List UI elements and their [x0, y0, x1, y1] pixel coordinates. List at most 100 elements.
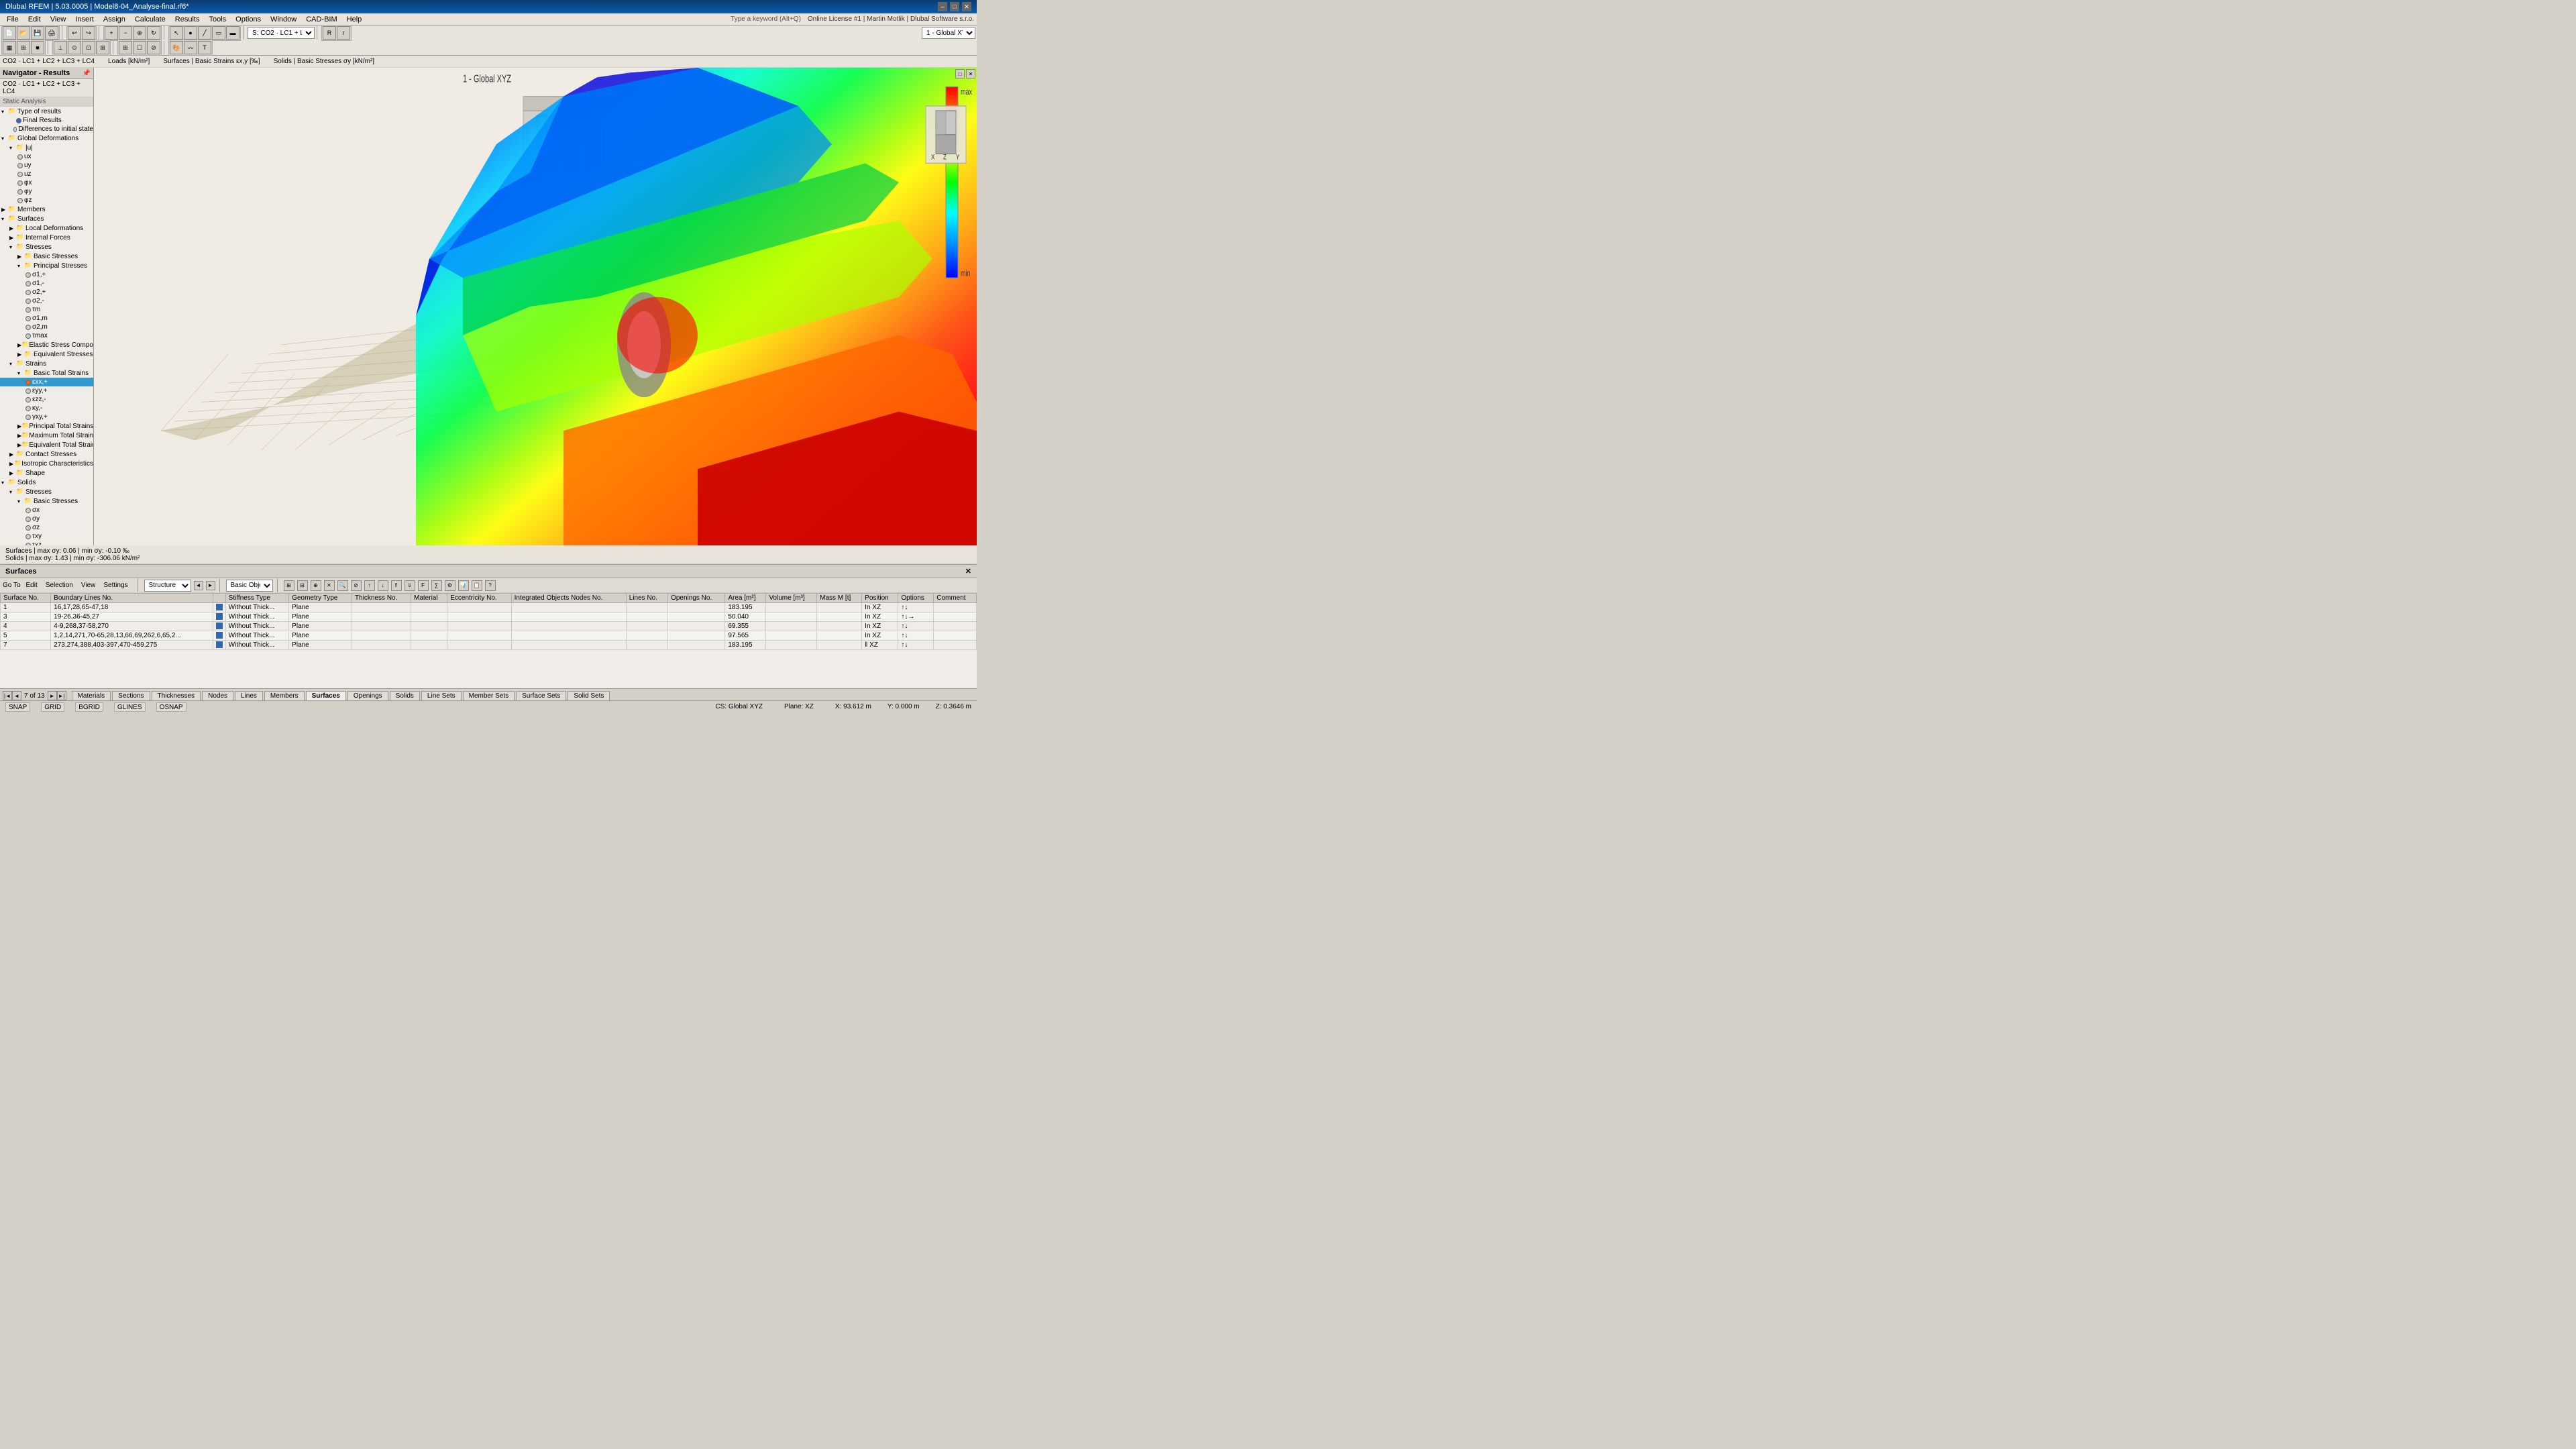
tree-s1m[interactable]: σ1,-	[0, 279, 93, 288]
col-material[interactable]: Material	[411, 594, 447, 603]
zoom-out-button[interactable]: −	[119, 26, 132, 40]
tree-basic-stresses[interactable]: ▶ 📁 Basic Stresses	[0, 252, 93, 261]
surface-button[interactable]: ▭	[212, 26, 225, 40]
tree-s1p[interactable]: σ1,+	[0, 270, 93, 279]
col-thickness[interactable]: Thickness No.	[352, 594, 411, 603]
col-int-lines[interactable]: Lines No.	[626, 594, 667, 603]
tree-stresses[interactable]: ▾ 📁 Stresses	[0, 242, 93, 252]
zoom-all-button[interactable]: ⊕	[133, 26, 146, 40]
wire-button[interactable]: ⊞	[17, 41, 30, 54]
tab-solid-sets[interactable]: Solid Sets	[568, 691, 610, 700]
tab-lines[interactable]: Lines	[235, 691, 263, 700]
table-btn7[interactable]: ↑	[364, 580, 375, 591]
labels-button[interactable]: T	[198, 41, 211, 54]
tree-shape[interactable]: ▶ 📁 Shape	[0, 468, 93, 478]
menu-tools[interactable]: Tools	[205, 13, 230, 25]
tree-uy[interactable]: uy	[0, 161, 93, 170]
tree-tmax[interactable]: τmax	[0, 331, 93, 340]
menu-help[interactable]: Help	[343, 13, 366, 25]
contour-button[interactable]: 🎨	[170, 41, 183, 54]
page-next-btn[interactable]: ►	[48, 691, 57, 700]
col-int-nodes[interactable]: Integrated Objects Nodes No.	[511, 594, 626, 603]
result-hide-button[interactable]: r	[337, 26, 350, 40]
tree-sy[interactable]: σy	[0, 515, 93, 523]
tab-nodes[interactable]: Nodes	[202, 691, 233, 700]
result-show-button[interactable]: R	[323, 26, 336, 40]
table-row[interactable]: 3 19-26,36-45,27 Without Thick... Plane …	[1, 612, 977, 622]
page-first-btn[interactable]: |◄	[3, 691, 12, 700]
bgrid-status[interactable]: BGRID	[75, 702, 103, 712]
tree-diff-initial[interactable]: Differences to initial state	[0, 125, 93, 133]
tab-surfaces[interactable]: Surfaces	[306, 691, 346, 700]
tree-sx[interactable]: σx	[0, 506, 93, 515]
snap-btn1[interactable]: ⊥	[54, 41, 67, 54]
node-button[interactable]: ●	[184, 26, 197, 40]
tree-exx[interactable]: εxx,+	[0, 378, 93, 386]
menu-calculate[interactable]: Calculate	[131, 13, 170, 25]
tab-member-sets[interactable]: Member Sets	[463, 691, 515, 700]
table-btn13[interactable]: ⚙	[445, 580, 455, 591]
tree-solids[interactable]: ▾ 📁 Solids	[0, 478, 93, 487]
table-btn15[interactable]: 📋	[472, 580, 482, 591]
tree-s1m2[interactable]: σ1,m	[0, 314, 93, 323]
zoom-in-button[interactable]: +	[105, 26, 118, 40]
tree-global-def[interactable]: ▾ 📁 Global Deformations	[0, 133, 93, 143]
page-prev-btn[interactable]: ◄	[12, 691, 21, 700]
tree-local-def[interactable]: ▶ 📁 Local Deformations	[0, 223, 93, 233]
rotate-button[interactable]: ↻	[147, 26, 160, 40]
tree-solids-stresses[interactable]: ▾ 📁 Stresses	[0, 487, 93, 496]
col-volume[interactable]: Volume [m³]	[766, 594, 817, 603]
result-table-area[interactable]: Surface No. Boundary Lines No. Stiffness…	[0, 593, 977, 688]
tree-phiz[interactable]: φz	[0, 196, 93, 205]
tab-thicknesses[interactable]: Thicknesses	[152, 691, 201, 700]
view-combo[interactable]: 1 - Global XYZ	[922, 27, 975, 39]
tree-eyy[interactable]: εyy,+	[0, 386, 93, 395]
tab-materials[interactable]: Materials	[72, 691, 111, 700]
snap-btn4[interactable]: ⊞	[96, 41, 109, 54]
nav-prev-btn[interactable]: ◄	[194, 581, 203, 590]
page-last-btn[interactable]: ►|	[57, 691, 66, 700]
col-area[interactable]: Area [m²]	[725, 594, 766, 603]
menu-view[interactable]: View	[46, 13, 70, 25]
snap-btn2[interactable]: ⊙	[68, 41, 81, 54]
tab-surface-sets[interactable]: Surface Sets	[516, 691, 566, 700]
sel-all-button[interactable]: ⊞	[119, 41, 132, 54]
tree-isotropic[interactable]: ▶ 📁 Isotropic Characteristics	[0, 459, 93, 468]
new-button[interactable]: 📄	[3, 26, 16, 40]
menu-insert[interactable]: Insert	[71, 13, 98, 25]
tab-line-sets[interactable]: Line Sets	[421, 691, 462, 700]
table-row[interactable]: 4 4-9,268,37-58,270 Without Thick... Pla…	[1, 622, 977, 631]
tab-members[interactable]: Members	[264, 691, 305, 700]
lc-combo[interactable]: S: CO2 · LC1 + LC2 + LC3 + LC4	[248, 27, 315, 39]
tree-ux[interactable]: ux	[0, 152, 93, 161]
tree-sz[interactable]: σz	[0, 523, 93, 532]
tree-s2p[interactable]: σ2,+	[0, 288, 93, 297]
tree-sol-basic[interactable]: ▾ 📁 Basic Stresses	[0, 496, 93, 506]
table-row[interactable]: 7 273,274,388,403-397,470-459,275 Withou…	[1, 641, 977, 650]
pin-icon[interactable]: 📌	[83, 70, 91, 77]
tree-members[interactable]: ▶ 📁 Members	[0, 205, 93, 214]
tree-final-results[interactable]: Final Results	[0, 116, 93, 125]
save-button[interactable]: 💾	[31, 26, 44, 40]
tree-principal-stresses[interactable]: ▾ 📁 Principal Stresses	[0, 261, 93, 270]
tree-max-total[interactable]: ▶ 📁 Maximum Total Strains	[0, 431, 93, 440]
isolines-button[interactable]: 〰	[184, 41, 197, 54]
select-button[interactable]: ↖	[170, 26, 183, 40]
table-btn11[interactable]: F	[418, 580, 429, 591]
tree-txy[interactable]: τxy	[0, 532, 93, 541]
tree-s2m[interactable]: σ2,-	[0, 297, 93, 305]
tab-solids[interactable]: Solids	[390, 691, 420, 700]
tree-phiy[interactable]: φy	[0, 187, 93, 196]
undo-button[interactable]: ↩	[68, 26, 81, 40]
tree-type-of-results[interactable]: ▾ 📁 Type of results	[0, 107, 93, 116]
open-button[interactable]: 📂	[17, 26, 30, 40]
line-button[interactable]: ╱	[198, 26, 211, 40]
window-controls[interactable]: – □ ✕	[938, 2, 971, 11]
sel-inv-button[interactable]: ⊘	[147, 41, 160, 54]
table-btn6[interactable]: ⊘	[351, 580, 362, 591]
tree-ky[interactable]: κy,-	[0, 404, 93, 413]
tab-openings[interactable]: Openings	[347, 691, 388, 700]
table-btn9[interactable]: ⇑	[391, 580, 402, 591]
menu-results[interactable]: Results	[171, 13, 204, 25]
col-mass[interactable]: Mass M [t]	[817, 594, 862, 603]
